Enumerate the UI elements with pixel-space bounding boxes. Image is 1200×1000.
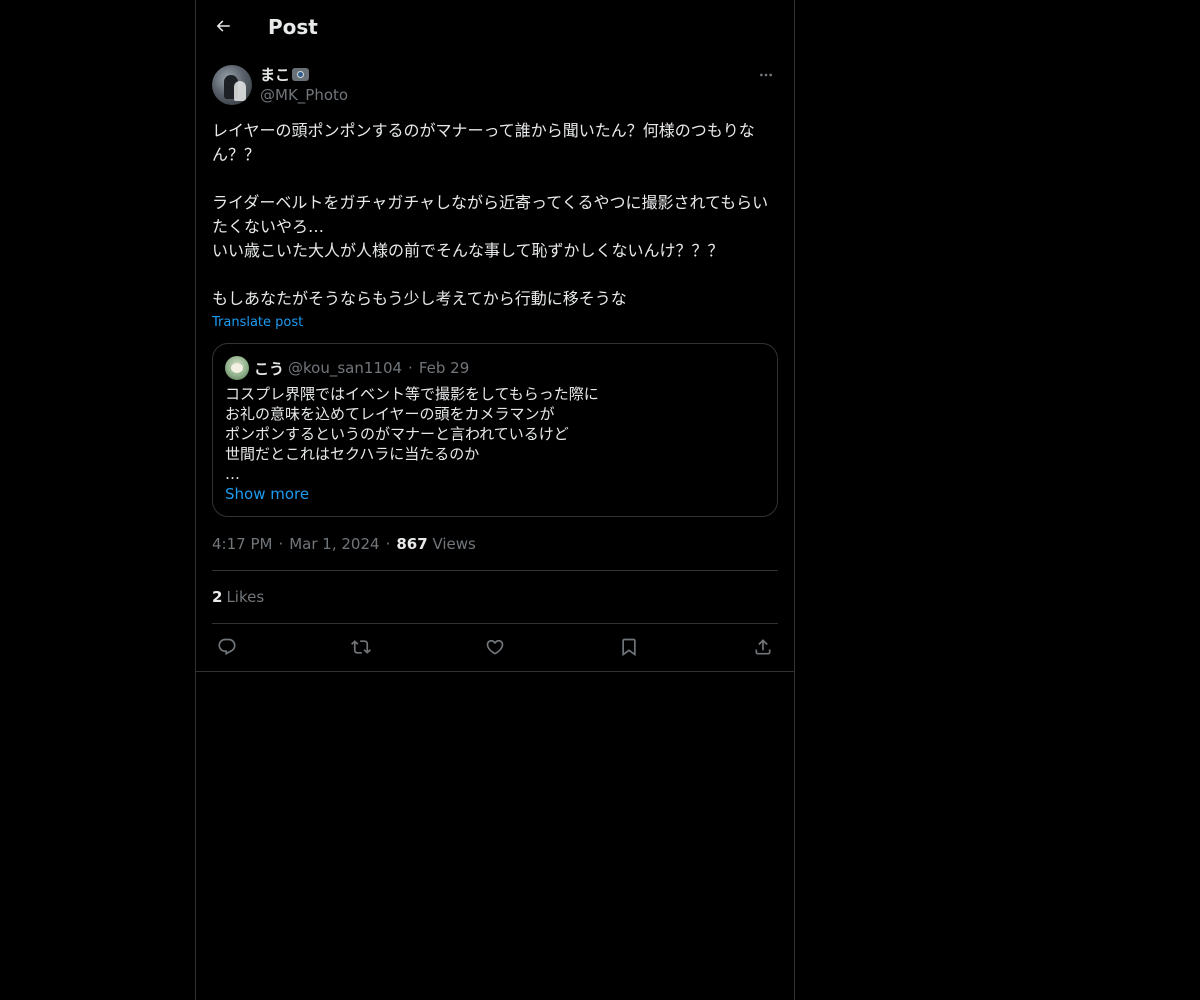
more-dots-icon bbox=[758, 67, 774, 83]
show-more-link[interactable]: Show more bbox=[225, 484, 309, 504]
author-avatar[interactable] bbox=[212, 65, 252, 105]
meta-separator: · bbox=[278, 535, 284, 553]
likes-summary[interactable]: 2 Likes bbox=[212, 587, 264, 607]
more-options-button[interactable] bbox=[754, 64, 778, 86]
reply-icon bbox=[217, 637, 237, 657]
page-header: Post bbox=[196, 0, 794, 53]
bookmark-icon bbox=[619, 637, 639, 657]
meta-separator: · bbox=[385, 535, 391, 553]
divider bbox=[212, 623, 778, 624]
heart-icon bbox=[485, 637, 505, 657]
quoted-author-avatar bbox=[225, 356, 249, 380]
page-title: Post bbox=[268, 15, 318, 39]
author-handle[interactable]: @MK_Photo bbox=[260, 85, 348, 105]
camera-flash-emoji-icon bbox=[292, 68, 310, 81]
views-label: Views bbox=[432, 535, 476, 553]
post-body-text: レイヤーの頭ポンポンするのがマナーって誰から聞いたん？何様のつもりなん？？ ライ… bbox=[212, 121, 769, 308]
reply-button[interactable] bbox=[212, 633, 242, 661]
post-date[interactable]: Mar 1, 2024 bbox=[289, 535, 379, 553]
quoted-post-header: こう @kou_san1104 · Feb 29 bbox=[225, 356, 469, 380]
like-button[interactable] bbox=[480, 633, 510, 661]
quoted-author-name: こう bbox=[254, 359, 285, 378]
author-name-text: まこ bbox=[260, 66, 291, 84]
post-detail-column: Post まこ @MK_Photo レイヤーの頭ポンポンするのがマナーって誰から… bbox=[195, 0, 795, 1000]
repost-icon bbox=[351, 637, 371, 657]
quoted-post-text: コスプレ界隈ではイベント等で撮影をしてもらった際に お礼の意味を込めてレイヤーの… bbox=[225, 385, 599, 483]
repost-button[interactable] bbox=[346, 633, 376, 661]
share-icon bbox=[753, 637, 773, 657]
post-bottom-border bbox=[196, 671, 794, 672]
post-author-row: まこ @MK_Photo bbox=[212, 64, 778, 106]
views-count: 867 bbox=[396, 535, 428, 553]
likes-label: Likes bbox=[226, 588, 265, 606]
post-meta: 4:17 PM · Mar 1, 2024 · 867 Views bbox=[212, 534, 476, 554]
back-button[interactable] bbox=[208, 11, 238, 41]
quoted-post-date: Feb 29 bbox=[418, 359, 470, 377]
avatar-figure-light bbox=[234, 81, 246, 101]
share-button[interactable] bbox=[748, 633, 778, 661]
bookmark-button[interactable] bbox=[614, 633, 644, 661]
quoted-author-handle: @kou_san1104 bbox=[288, 359, 403, 377]
arrow-left-icon bbox=[214, 17, 232, 35]
author-name[interactable]: まこ bbox=[260, 65, 310, 85]
translate-post-link[interactable]: Translate post bbox=[212, 314, 303, 332]
likes-count: 2 bbox=[212, 588, 223, 606]
quoted-separator: · bbox=[408, 359, 413, 377]
divider bbox=[212, 570, 778, 571]
quoted-post-card[interactable]: こう @kou_san1104 · Feb 29 コスプレ界隈ではイベント等で撮… bbox=[212, 343, 778, 517]
post-time[interactable]: 4:17 PM bbox=[212, 535, 272, 553]
post-actions-bar bbox=[212, 633, 778, 661]
